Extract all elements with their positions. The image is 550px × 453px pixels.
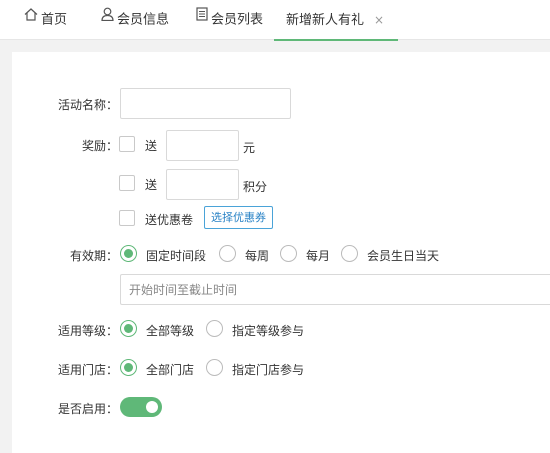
tab-label: 会员列表: [211, 12, 264, 28]
validity-weekly-radio[interactable]: [219, 245, 236, 262]
level-specific-radio[interactable]: [206, 320, 223, 337]
level-option-specific: 指定等级参与: [232, 324, 305, 338]
enabled-label: 是否启用：: [57, 402, 118, 416]
user-icon: [101, 0, 114, 38]
validity-option-weekly: 每周: [245, 249, 270, 263]
tab-member-list[interactable]: 会员列表: [196, 0, 263, 40]
validity-fixed-radio[interactable]: [120, 245, 137, 262]
level-option-all: 全部等级: [146, 324, 195, 338]
list-icon: [196, 0, 208, 38]
tab-home[interactable]: 首页: [24, 0, 67, 40]
validity-birthday-radio[interactable]: [341, 245, 358, 262]
reward-yuan-unit: 元: [243, 141, 256, 155]
form-panel: 活动名称： 奖励： 送 元 送 积分 送优惠卷 选择优惠券 有效期： 固定时间段…: [12, 52, 550, 453]
level-label: 适用等级：: [57, 324, 118, 338]
close-icon[interactable]: ×: [374, 13, 384, 27]
tab-label: 会员信息: [117, 12, 170, 28]
activity-name-input[interactable]: [120, 88, 291, 119]
date-range-input[interactable]: [120, 274, 550, 305]
reward-coupon-checkbox[interactable]: [119, 210, 135, 226]
validity-monthly-radio[interactable]: [280, 245, 297, 262]
reward-coupon-label: 送优惠卷: [145, 213, 194, 227]
tab-add-newcomer-gift[interactable]: 新增新人有礼 ×: [273, 0, 399, 41]
store-specific-radio[interactable]: [206, 359, 223, 376]
validity-option-fixed: 固定时间段: [146, 249, 207, 263]
tab-label: 新增新人有礼: [286, 13, 365, 28]
store-option-all: 全部门店: [146, 363, 195, 377]
tab-label: 首页: [41, 12, 68, 28]
home-icon: [24, 0, 38, 38]
store-label: 适用门店：: [57, 363, 118, 377]
validity-option-birthday: 会员生日当天: [367, 249, 440, 263]
reward-points-checkbox[interactable]: [119, 175, 135, 191]
store-option-specific: 指定门店参与: [232, 363, 305, 377]
level-all-radio[interactable]: [120, 320, 137, 337]
activity-name-label: 活动名称：: [57, 98, 118, 112]
switch-knob: [146, 401, 158, 413]
tab-member-info[interactable]: 会员信息: [101, 0, 169, 40]
validity-option-monthly: 每月: [306, 249, 331, 263]
reward-yuan-checkbox[interactable]: [119, 136, 135, 152]
reward-label: 奖励：: [81, 139, 118, 153]
reward-points-prefix: 送: [145, 178, 158, 192]
reward-yuan-prefix: 送: [145, 139, 158, 153]
tab-bar: 首页 会员信息 会员列表 新增新人有礼 ×: [0, 0, 550, 41]
reward-yuan-input[interactable]: [166, 130, 239, 161]
reward-points-input[interactable]: [166, 169, 239, 200]
reward-points-unit: 积分: [243, 180, 268, 194]
enabled-switch[interactable]: [120, 397, 162, 417]
select-coupon-button[interactable]: 选择优惠券: [204, 206, 273, 229]
validity-label: 有效期：: [69, 249, 118, 263]
store-all-radio[interactable]: [120, 359, 137, 376]
